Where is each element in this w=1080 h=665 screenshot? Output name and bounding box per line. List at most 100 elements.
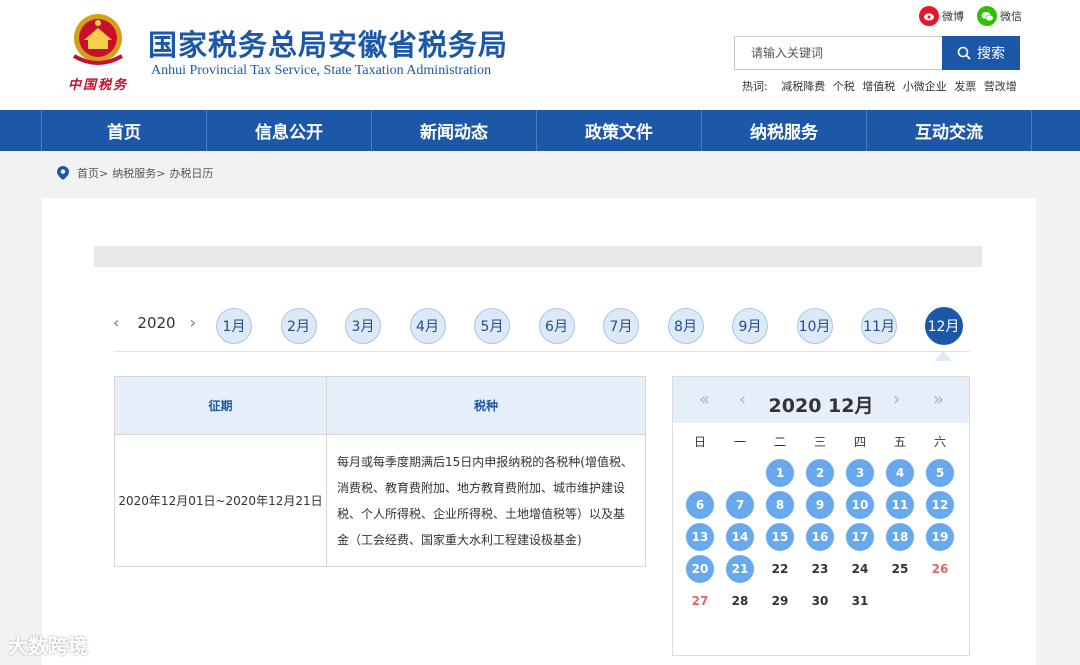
month-button[interactable]: 7月 [603, 308, 639, 344]
timeline-line [114, 351, 970, 352]
calendar-day-tax-period[interactable]: 4 [886, 459, 914, 487]
nav-news[interactable]: 新闻动态 [372, 110, 537, 151]
prev-year-arrow-icon[interactable]: ‹ [113, 313, 119, 332]
wechat-icon [977, 6, 997, 26]
calendar-title: 2020 12月 [768, 395, 874, 417]
hot-word[interactable]: 个税 [833, 80, 855, 93]
month-button[interactable]: 2月 [280, 308, 317, 344]
calendar-day-tax-period[interactable]: 3 [846, 459, 874, 487]
column-header-period: 征期 [114, 376, 327, 435]
weixin-label: 微信 [1000, 10, 1022, 23]
nav-home[interactable]: 首页 [42, 110, 207, 151]
weibo-link[interactable]: 微博 [919, 6, 964, 26]
calendar-day[interactable]: 30 [806, 587, 834, 615]
calendar-day-tax-period[interactable]: 14 [726, 523, 754, 551]
title-placeholder-bar [94, 246, 982, 267]
month-button[interactable]: 6月 [538, 308, 575, 344]
month-button[interactable]: 11月 [861, 308, 897, 344]
weekday-label: 一 [733, 435, 746, 449]
calendar-day-tax-period[interactable]: 12 [926, 491, 954, 519]
calendar-day-tax-period[interactable]: 10 [846, 491, 874, 519]
hot-label: 热词: [742, 80, 768, 93]
calendar-day[interactable]: 25 [886, 555, 914, 583]
search-input[interactable]: 请输入关键词 [734, 36, 942, 70]
calendar-day-tax-period[interactable]: 18 [886, 523, 914, 551]
calendar-day-tax-period[interactable]: 7 [726, 491, 754, 519]
active-month-caret-icon [934, 351, 952, 361]
weekday-label: 六 [933, 435, 946, 449]
next-month-arrow-icon[interactable]: › [893, 389, 900, 410]
site-title[interactable]: 国家税务总局安徽省税务局 [148, 22, 508, 64]
tax-period-table: 征期 税种 2020年12月01日~2020年12月21日 每月或每季度期满后1… [114, 376, 646, 567]
hot-word[interactable]: 营改增 [984, 80, 1017, 93]
tax-calendar: « ‹ 2020 12月 › » 日一二三四五六 1 2 3 4 5 6 7 8 9 10 11 12… [672, 376, 970, 656]
calendar-day-tax-period[interactable]: 19 [926, 523, 954, 551]
calendar-day-tax-period[interactable]: 17 [846, 523, 874, 551]
breadcrumb: 首页> 纳税服务> 办税日历 [57, 165, 213, 181]
calendar-day-tax-period[interactable]: 9 [806, 491, 834, 519]
calendar-day-tax-period[interactable]: 21 [726, 555, 754, 583]
year-selector: ‹ 2020 › [113, 313, 196, 332]
search-button-label: 搜索 [977, 46, 1005, 62]
calendar-day-tax-period[interactable]: 6 [686, 491, 714, 519]
year-label: 2020 [137, 313, 176, 332]
calendar-day-tax-period[interactable]: 15 [766, 523, 794, 551]
period-cell: 2020年12月01日~2020年12月21日 [114, 434, 327, 567]
site-header: 中国税务 国家税务总局安徽省税务局 Anhui Provincial Tax S… [0, 0, 1080, 110]
month-button[interactable]: 8月 [667, 308, 704, 344]
calendar-day[interactable]: 29 [766, 587, 794, 615]
emblem-caption: 中国税务 [68, 78, 129, 93]
hot-word[interactable]: 发票 [954, 80, 976, 93]
watermark: 大数跨境 [8, 634, 88, 658]
weibo-icon [919, 6, 939, 26]
calendar-day-tax-period[interactable]: 5 [926, 459, 954, 487]
calendar-day-tax-period[interactable]: 8 [766, 491, 794, 519]
calendar-day-tax-period[interactable]: 20 [686, 555, 714, 583]
main-nav: 首页 信息公开 新闻动态 政策文件 纳税服务 互动交流 [0, 110, 1080, 151]
calendar-day-tax-period[interactable]: 1 [766, 459, 794, 487]
next-year-arrow-icon[interactable]: › [190, 313, 196, 332]
breadcrumb-home[interactable]: 首页> [77, 165, 108, 181]
calendar-day[interactable]: 28 [726, 587, 754, 615]
weekday-label: 日 [693, 435, 706, 449]
hot-word[interactable]: 小微企业 [903, 80, 947, 93]
table-header-row: 征期 税种 [114, 376, 646, 435]
weixin-link[interactable]: 微信 [977, 6, 1022, 26]
nav-info-disclosure[interactable]: 信息公开 [207, 110, 372, 151]
calendar-day-tax-period[interactable]: 16 [806, 523, 834, 551]
location-pin-icon [57, 166, 69, 180]
hot-word[interactable]: 减税降费 [781, 80, 825, 93]
month-button[interactable]: 1月 [216, 308, 252, 344]
calendar-day[interactable]: 23 [806, 555, 834, 583]
weekday-label: 二 [773, 435, 786, 449]
breadcrumb-current: 办税日历 [169, 167, 214, 180]
tax-type-cell: 每月或每季度期满后15日内申报纳税的各税种(增值税、消费税、教育费附加、地方教育… [326, 434, 646, 567]
hot-word[interactable]: 增值税 [862, 80, 895, 93]
site-subtitle: Anhui Provincial Tax Service, State Taxa… [151, 63, 492, 78]
weekday-label: 四 [853, 435, 866, 449]
calendar-day[interactable]: 22 [766, 555, 794, 583]
calendar-day-tax-period[interactable]: 13 [686, 523, 714, 551]
month-button[interactable]: 5月 [474, 308, 510, 344]
month-button[interactable]: 12月 [924, 307, 963, 345]
nav-tax-service[interactable]: 纳税服务 [702, 110, 867, 151]
breadcrumb-tax-service[interactable]: 纳税服务> [112, 165, 165, 181]
calendar-day-tax-period[interactable]: 2 [806, 459, 834, 487]
month-button[interactable]: 9月 [732, 308, 768, 344]
month-button[interactable]: 3月 [345, 308, 381, 344]
month-button[interactable]: 4月 [409, 308, 446, 344]
nav-policy[interactable]: 政策文件 [537, 110, 702, 151]
calendar-day[interactable]: 31 [846, 587, 874, 615]
calendar-day[interactable]: 26 [926, 555, 954, 583]
weibo-label: 微博 [942, 10, 964, 23]
search-button[interactable]: 搜索 [942, 36, 1020, 70]
nav-interaction[interactable]: 互动交流 [867, 110, 1032, 151]
month-button[interactable]: 10月 [796, 308, 833, 344]
calendar-day[interactable]: 27 [686, 587, 714, 615]
calendar-day-tax-period[interactable]: 11 [886, 491, 914, 519]
search-icon [957, 46, 971, 60]
weekday-label: 五 [893, 435, 906, 449]
calendar-day[interactable]: 24 [846, 555, 874, 583]
hot-words: 热词: 减税降费 个税 增值税 小微企业 发票 营改增 [742, 78, 1021, 94]
next-year-double-arrow-icon[interactable]: » [933, 389, 944, 410]
